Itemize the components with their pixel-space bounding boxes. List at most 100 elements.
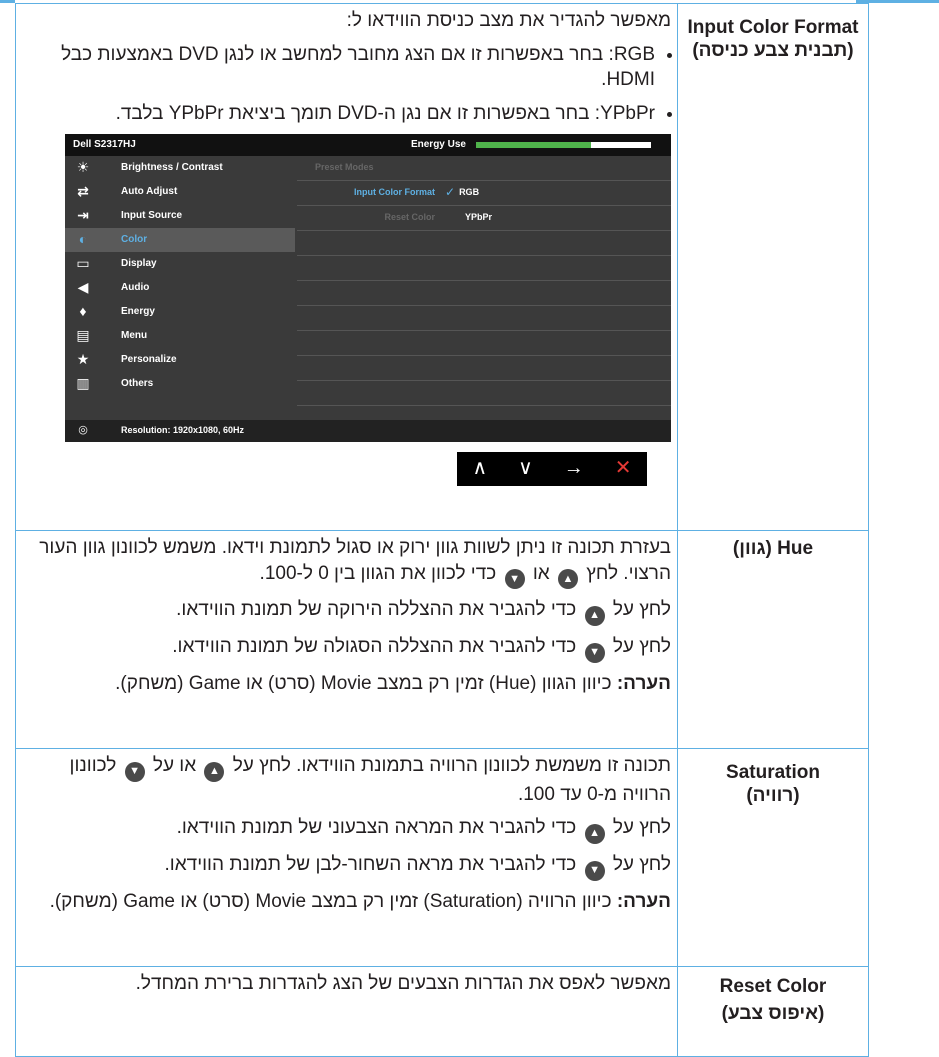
up-button-icon: ▲ bbox=[584, 606, 605, 626]
osd-model: Dell S2317HJ bbox=[73, 139, 136, 151]
osd-nav-buttons: ∧ ∨ → ✕ bbox=[457, 452, 647, 486]
option-ypbpr: YPbPr: בחר באפשרות זו אם נגן ה-DVD תומך … bbox=[22, 101, 655, 127]
submenu-input-color-format[interactable]: Input Color Format ✓ RGB bbox=[297, 181, 671, 206]
resolution-text: Resolution: 1920x1080, 60Hz bbox=[121, 425, 245, 436]
osd-menu-label: Personalize bbox=[121, 354, 177, 366]
up-arrow-icon[interactable]: ∧ bbox=[472, 456, 487, 482]
osd-header: Dell S2317HJ Energy Use bbox=[65, 134, 671, 156]
setting-desc-hue: בעזרת תכונה זו ניתן לשוות גוון ירוק או ס… bbox=[15, 530, 678, 749]
up-button-icon: ▲ bbox=[584, 824, 605, 844]
close-icon[interactable]: ✕ bbox=[615, 456, 632, 482]
submenu-empty bbox=[297, 306, 671, 331]
others-icon: ▥ bbox=[76, 375, 90, 392]
submenu-empty bbox=[297, 331, 671, 356]
text: לחץ על bbox=[612, 636, 671, 657]
osd-menu-item[interactable]: ★ Personalize bbox=[65, 348, 295, 372]
down-button-icon: ▼ bbox=[584, 642, 605, 663]
audio-icon: ◀ bbox=[77, 279, 89, 296]
up-button-icon: ▲ bbox=[557, 569, 578, 590]
submenu-label: Reset Color bbox=[384, 212, 435, 223]
osd-menu-label: Others bbox=[121, 378, 154, 390]
down-button-icon: ▼ bbox=[504, 569, 525, 590]
enter-arrow-icon[interactable]: → bbox=[564, 456, 584, 482]
color-icon: ◐ bbox=[78, 231, 88, 248]
note-label: הערה: bbox=[616, 890, 671, 912]
row-hue: Hue (גוון) בעזרת תכונה זו ניתן לשוות גוו… bbox=[15, 530, 869, 749]
submenu-reset-color[interactable]: Reset Color YPbPr bbox=[297, 206, 671, 231]
rgb-option[interactable]: RGB bbox=[459, 180, 479, 206]
osd-menu-item[interactable]: ▥ Others bbox=[65, 372, 295, 396]
text: לחץ על bbox=[612, 599, 671, 621]
osd-menu-item[interactable]: ☀ Brightness / Contrast bbox=[65, 156, 295, 180]
osd-footer: ◎ Resolution: 1920x1080, 60Hz bbox=[65, 420, 671, 442]
osd-menu-label: Color bbox=[121, 234, 148, 246]
menu-icon: ▤ bbox=[76, 327, 90, 344]
energy-bar bbox=[476, 142, 651, 148]
osd-menu-item[interactable]: ♦ Energy bbox=[65, 300, 295, 324]
submenu-label: Preset Modes bbox=[315, 162, 374, 173]
energy-icon: ♦ bbox=[79, 303, 87, 320]
hue-paragraph: בעזרת תכונה זו ניתן לשוות גוון ירוק או ס… bbox=[22, 535, 671, 590]
saturation-down-line: לחץ על ▼ כדי להגביר את מראה השחור-לבן של… bbox=[22, 852, 671, 881]
osd-menu-label: Auto Adjust bbox=[121, 186, 178, 198]
setting-name-hebrew: (תבנית צבע כניסה) bbox=[692, 40, 854, 61]
saturation-paragraph: תכונה זו משמשת לכוונון הרוויה בתמונת הוו… bbox=[22, 753, 671, 807]
text: כדי להגביר את המראה הצבעוני של תמונת הוו… bbox=[176, 817, 577, 839]
setting-name-hebrew: (רוויה) bbox=[746, 785, 800, 806]
down-arrow-icon[interactable]: ∨ bbox=[518, 456, 533, 482]
setting-name-saturation: Saturation (רוויה) bbox=[677, 748, 869, 967]
row-reset-color: Reset Color (איפוס צבע) מאפשר לאפס את הג… bbox=[15, 966, 869, 1057]
setting-name-input-color-format: Input Color Format (תבנית צבע כניסה) bbox=[677, 3, 869, 531]
reset-color-text: מאפשר לאפס את הגדרות הצבעים של הצג להגדר… bbox=[135, 973, 671, 994]
setting-desc-input-color-format: מאפשר להגדיר את מצב כניסת הווידאו ל: RGB… bbox=[15, 3, 678, 531]
check-icon: ✓ bbox=[445, 185, 456, 200]
setting-name: Input Color Format bbox=[687, 17, 859, 38]
text: לחץ על bbox=[612, 854, 671, 875]
osd-menu-label: Energy bbox=[121, 306, 155, 318]
setting-name-reset-color: Reset Color (איפוס צבע) bbox=[677, 966, 869, 1057]
row-saturation: Saturation (רוויה) תכונה זו משמשת לכוונו… bbox=[15, 748, 869, 967]
personalize-icon: ★ bbox=[76, 351, 90, 368]
saturation-up-line: לחץ על ▲ כדי להגביר את המראה הצבעוני של … bbox=[22, 815, 671, 844]
text: כדי להגביר את מראה השחור-לבן של תמונת הו… bbox=[164, 854, 577, 875]
intro-text: מאפשר להגדיר את מצב כניסת הווידאו ל: bbox=[346, 10, 671, 31]
submenu-empty bbox=[297, 281, 671, 306]
osd-menu-label: Display bbox=[121, 258, 157, 270]
energy-meter: Energy Use bbox=[411, 132, 651, 158]
option-rgb: RGB: בחר באפשרות זו אם הצג מחובר למחשב א… bbox=[22, 42, 655, 93]
osd-screenshot: Dell S2317HJ Energy Use ☀ Brightness / Co… bbox=[57, 134, 671, 486]
submenu-label: Input Color Format bbox=[354, 187, 435, 198]
resolution-icon: ◎ bbox=[78, 424, 88, 437]
brightness-icon: ☀ bbox=[76, 159, 90, 176]
display-icon: ▭ bbox=[76, 255, 90, 272]
setting-name-hebrew: (איפוס צבע) bbox=[721, 1003, 825, 1024]
osd-submenu: Preset Modes Input Color Format ✓ RGB Re… bbox=[297, 156, 671, 420]
text: לחץ על bbox=[612, 817, 671, 839]
osd-panel: Dell S2317HJ Energy Use ☀ Brightness / Co… bbox=[65, 134, 671, 442]
submenu-empty bbox=[297, 356, 671, 381]
osd-menu-item[interactable]: ◀ Audio bbox=[65, 276, 295, 300]
settings-table: Input Color Format (תבנית צבע כניסה) מאפ… bbox=[15, 3, 869, 1057]
setting-name: Hue (גוון) bbox=[732, 538, 814, 559]
top-rule-left bbox=[0, 0, 15, 3]
setting-name: Reset Color bbox=[719, 976, 827, 997]
text: או bbox=[532, 562, 550, 584]
submenu-preset-modes[interactable]: Preset Modes bbox=[297, 156, 671, 181]
osd-menu-item[interactable]: ▭ Display bbox=[65, 252, 295, 276]
submenu-empty bbox=[297, 231, 671, 256]
osd-menu-item[interactable]: ⇥ Input Source bbox=[65, 204, 295, 228]
note-text: כיוון הגוון (Hue) זמין רק במצב Movie (סר… bbox=[115, 672, 612, 694]
setting-desc-reset-color: מאפשר לאפס את הגדרות הצבעים של הצג להגדר… bbox=[15, 966, 678, 1057]
osd-menu-item[interactable]: ▤ Menu bbox=[65, 324, 295, 348]
ypbpr-option[interactable]: YPbPr bbox=[465, 205, 492, 231]
osd-menu-label: Menu bbox=[121, 330, 148, 342]
osd-menu-item[interactable]: ⇄ Auto Adjust bbox=[65, 180, 295, 204]
row-input-color-format: Input Color Format (תבנית צבע כניסה) מאפ… bbox=[15, 3, 869, 531]
setting-desc-saturation: תכונה זו משמשת לכוונון הרוויה בתמונת הוו… bbox=[15, 748, 678, 967]
option-list: RGB: בחר באפשרות זו אם הצג מחובר למחשב א… bbox=[22, 42, 671, 127]
osd-menu-item[interactable]: ◐ Color bbox=[65, 228, 295, 252]
osd-menu-label: Input Source bbox=[121, 210, 183, 222]
setting-name-hue: Hue (גוון) bbox=[677, 530, 869, 749]
osd-menu-label: Brightness / Contrast bbox=[121, 162, 223, 174]
text: כדי להגביר את ההצללה הירוקה של תמונת הוו… bbox=[176, 599, 577, 621]
